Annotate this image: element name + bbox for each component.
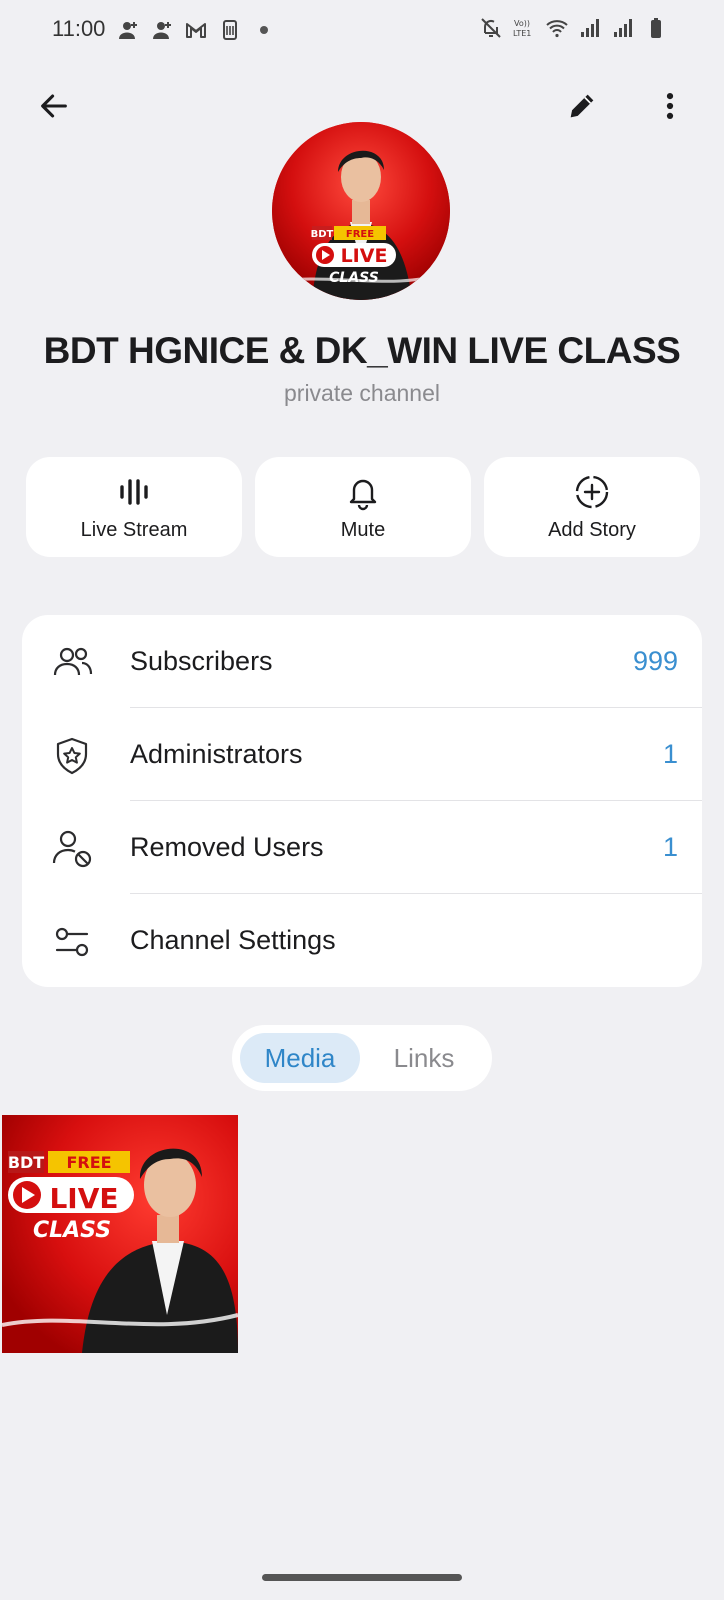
signal-icon (578, 16, 602, 40)
list-item-removed-users[interactable]: Removed Users 1 (22, 801, 702, 894)
channel-title: BDT HGNICE & DK_WIN LIVE CLASS (43, 330, 681, 371)
administrators-count: 1 (662, 739, 678, 769)
more-vert-icon (653, 89, 687, 128)
live-stream-label: Live Stream (80, 518, 188, 541)
home-indicator[interactable] (262, 1574, 462, 1581)
channel-info-card: Subscribers 999 Administrators 1 Removed… (22, 615, 702, 987)
volte-icon: Vo)) LTE1 (512, 16, 536, 40)
list-item-subscribers[interactable]: Subscribers 999 (22, 615, 702, 708)
avatar-class-text: CLASS (329, 270, 379, 286)
tab-media[interactable]: Media (240, 1033, 360, 1083)
avatar-bdt-text: BDT (311, 229, 334, 240)
gmail-icon (184, 18, 208, 42)
list-item-administrators[interactable]: Administrators 1 (22, 708, 702, 801)
wifi-icon (545, 16, 569, 40)
svg-text:LTE1: LTE1 (513, 29, 531, 38)
thumb-bdt-text: BDT (8, 1153, 44, 1172)
avatar-live-text: LIVE (341, 245, 388, 267)
dot-icon (252, 18, 276, 42)
notifications-off-icon (479, 16, 503, 40)
signal-icon (611, 16, 635, 40)
people-icon (50, 641, 94, 685)
media-tabs: Media Links (232, 1025, 492, 1091)
add-story-button[interactable]: Add Story (484, 457, 700, 557)
status-left-icons (116, 18, 276, 42)
status-time: 11:00 (52, 16, 106, 41)
person-add-icon (150, 18, 174, 42)
thumb-free-text: FREE (66, 1153, 111, 1172)
person-add-icon (116, 18, 140, 42)
subscribers-count: 999 (632, 646, 678, 676)
thumb-live-text: LIVE (49, 1182, 118, 1215)
pencil-icon (565, 89, 599, 128)
administrators-label: Administrators (130, 739, 303, 769)
channel-avatar[interactable]: BDT FREE LIVE CLASS (272, 122, 450, 300)
removed-users-label: Removed Users (130, 832, 324, 862)
channel-settings-label: Channel Settings (130, 925, 336, 955)
sliders-icon (50, 920, 94, 964)
mute-label: Mute (340, 518, 386, 541)
avatar-free-text: FREE (346, 229, 374, 240)
subscribers-label: Subscribers (130, 646, 273, 676)
status-right-icons: Vo)) LTE1 (479, 16, 668, 40)
thumb-class-text: CLASS (33, 1218, 111, 1243)
mute-button[interactable]: Mute (255, 457, 471, 557)
removed-users-count: 1 (662, 832, 678, 862)
channel-subtitle: private channel (284, 380, 440, 406)
live-stream-button[interactable]: Live Stream (26, 457, 242, 557)
media-thumbnail[interactable]: BDT FREE LIVE CLASS (2, 1115, 238, 1353)
arrow-left-icon (37, 89, 71, 128)
battery-icon (644, 16, 668, 40)
person-blocked-icon (50, 827, 94, 871)
status-bar: 11:00 Vo)) LTE1 (0, 0, 724, 60)
add-story-icon (573, 473, 611, 511)
shield-star-icon (50, 734, 94, 778)
svg-text:Vo)): Vo)) (514, 19, 530, 28)
action-buttons: Live Stream Mute Add Story (26, 457, 700, 557)
list-item-channel-settings[interactable]: Channel Settings (22, 894, 702, 987)
more-button[interactable] (646, 84, 694, 132)
tab-links[interactable]: Links (364, 1033, 484, 1083)
live-stream-icon (115, 473, 153, 511)
back-button[interactable] (30, 84, 78, 132)
sim-icon (218, 18, 242, 42)
edit-button[interactable] (558, 84, 606, 132)
bell-icon (344, 473, 382, 511)
add-story-label: Add Story (548, 518, 636, 541)
